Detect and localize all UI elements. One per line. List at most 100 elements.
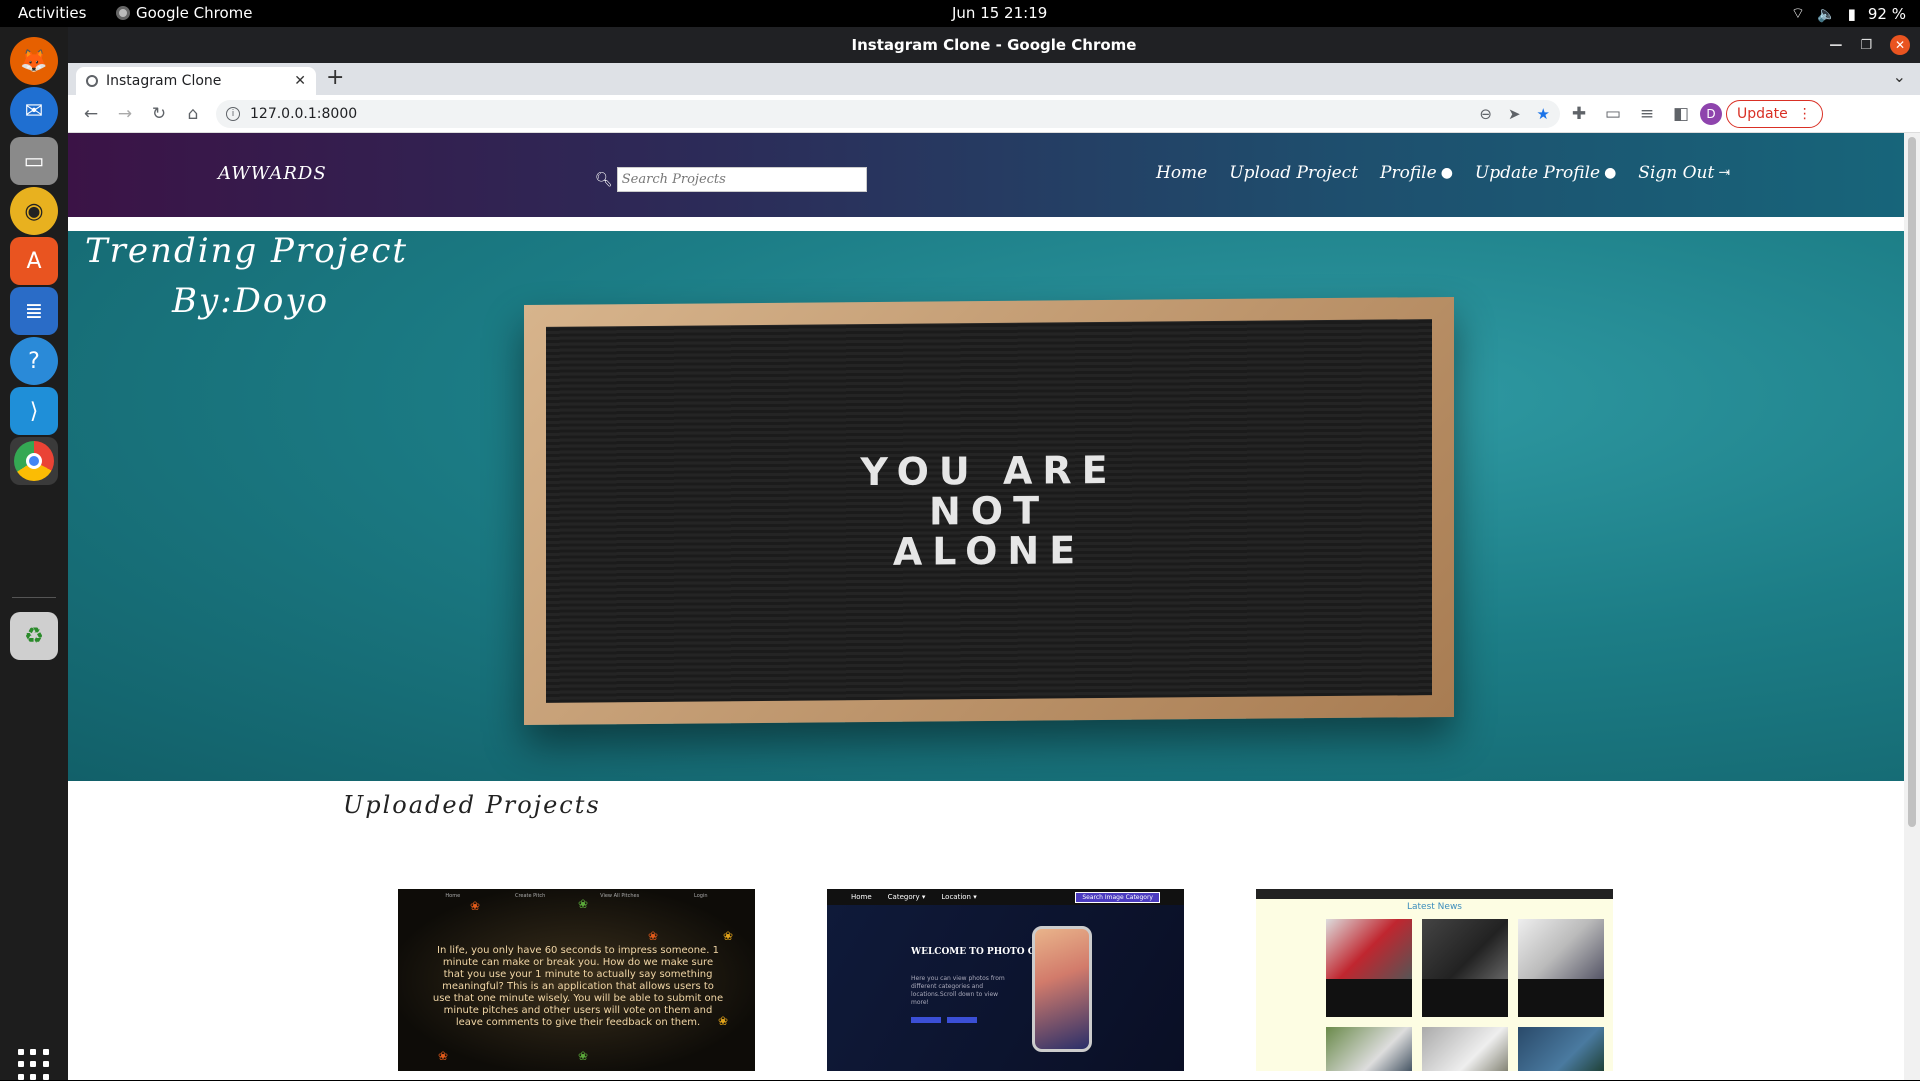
dock: 🦊 ✉ ▭ ◉ A ≣ ? ⟩ ♻	[0, 27, 68, 1080]
sign-out-icon: ⇥	[1718, 165, 1731, 181]
extensions-icon[interactable]: ✚	[1564, 99, 1594, 129]
card2-search: Search Image Category	[1075, 891, 1160, 903]
bookmark-star-icon[interactable]: ★	[1537, 105, 1550, 123]
chrome-icon[interactable]	[10, 437, 58, 485]
nav-links: Home Upload Project Profile ● Update Pro…	[1156, 163, 1730, 183]
project-card-news[interactable]: Latest News	[1256, 889, 1613, 1071]
clock[interactable]: Jun 15 21:19	[952, 4, 1047, 22]
help-icon[interactable]: ?	[10, 337, 58, 385]
nav-update-profile[interactable]: Update Profile ●	[1475, 163, 1616, 183]
nav-update-profile-label: Update Profile	[1474, 163, 1601, 183]
search-input[interactable]	[616, 167, 867, 192]
news-grid	[1326, 919, 1604, 1071]
show-apps-icon[interactable]	[18, 1049, 50, 1081]
tab-search-icon[interactable]: ⌄	[1893, 67, 1906, 86]
update-label: Update	[1737, 105, 1788, 122]
omnibox-actions: ⊖ ➤ ★	[1479, 105, 1550, 123]
search-form: 🔍︎	[595, 167, 867, 192]
system-status-area[interactable]: ⌔ 🔈 ▮ 92 %	[1791, 4, 1906, 23]
app-menu[interactable]: Google Chrome	[116, 4, 253, 22]
scrollbar-thumb[interactable]	[1908, 137, 1916, 827]
card1-description: In life, you only have 60 seconds to imp…	[432, 945, 724, 1028]
tab-instagram-clone[interactable]: Instagram Clone ✕	[76, 67, 316, 95]
nav-home[interactable]: Home	[1156, 163, 1207, 183]
writer-icon[interactable]: ≣	[10, 287, 58, 335]
news-tile	[1422, 919, 1508, 1017]
profile-avatar[interactable]: D	[1700, 102, 1722, 125]
page-viewport: AWWARDS 🔍︎ Home Upload Project Profile ●…	[68, 133, 1904, 1080]
wifi-icon: ⌔	[1790, 4, 1805, 22]
nav-sign-out-label: Sign Out	[1638, 163, 1715, 183]
nav-upload-project[interactable]: Upload Project	[1229, 163, 1358, 183]
search-icon: 🔍︎	[595, 171, 613, 188]
card2-nav-item: Home	[851, 893, 872, 901]
chrome-small-icon	[116, 6, 130, 20]
maximize-icon[interactable]: ❐	[1860, 38, 1872, 53]
minimize-icon[interactable]: —	[1829, 38, 1842, 53]
page-scrollbar[interactable]	[1904, 133, 1920, 1080]
close-window-icon[interactable]: ✕	[1890, 35, 1910, 55]
files-icon[interactable]: ▭	[10, 137, 58, 185]
card2-buttons	[911, 1017, 977, 1023]
more-icon: ⋮	[1797, 105, 1812, 122]
send-icon[interactable]: ➤	[1508, 105, 1521, 123]
app-menu-label: Google Chrome	[136, 4, 253, 22]
software-icon[interactable]: A	[10, 237, 58, 285]
address-bar[interactable]: i 127.0.0.1:8000 ⊖ ➤ ★	[216, 99, 1560, 128]
new-tab-icon[interactable]: +	[326, 65, 344, 90]
activities-button[interactable]: Activities	[18, 4, 86, 22]
trending-hero: Trending Project By:Doyo YOU ARE NOT ALO…	[68, 231, 1904, 781]
home-icon[interactable]: ⌂	[178, 99, 208, 129]
news-tile	[1518, 919, 1604, 1017]
news-tile	[1422, 1027, 1508, 1071]
site-brand[interactable]: AWWARDS	[218, 163, 327, 184]
leaf-icon: ❀	[648, 929, 659, 943]
close-tab-icon[interactable]: ✕	[294, 73, 306, 89]
system-top-bar: Activities Google Chrome Jun 15 21:19 ⌔ …	[0, 0, 1920, 27]
nav-profile[interactable]: Profile ●	[1380, 163, 1453, 183]
window-title: Instagram Clone - Google Chrome	[851, 36, 1137, 54]
leaf-icon: ❀	[723, 929, 734, 943]
hero-author: By:Doyo	[172, 281, 330, 321]
window-controls: — ❐ ✕	[1829, 35, 1910, 55]
nav-sign-out[interactable]: Sign Out ⇥	[1638, 163, 1730, 183]
site-navbar: AWWARDS 🔍︎ Home Upload Project Profile ●…	[68, 133, 1904, 217]
card1-nav-item: Create Pitch	[514, 893, 546, 899]
reload-icon[interactable]: ↻	[144, 99, 174, 129]
board-line-1: YOU ARE	[860, 447, 1118, 495]
back-icon[interactable]: ←	[76, 99, 106, 129]
zoom-icon[interactable]: ⊖	[1479, 105, 1492, 123]
chrome-logo	[14, 441, 54, 481]
phone-image	[1032, 926, 1092, 1052]
letter-board-text: YOU ARE NOT ALONE	[546, 319, 1432, 703]
reading-list-icon[interactable]: ≡	[1632, 99, 1662, 129]
project-card-pitch[interactable]: Home Create Pitch View All Pitches Login…	[398, 889, 755, 1071]
globe-icon	[86, 75, 98, 87]
user-circle-icon: ●	[1440, 165, 1453, 181]
hero-title: Trending Project	[85, 231, 409, 271]
card1-nav-item: View All Pitches	[600, 893, 640, 899]
board-line-3: ALONE	[892, 528, 1086, 574]
trash-icon[interactable]: ♻	[10, 612, 58, 660]
vscode-icon[interactable]: ⟩	[10, 387, 58, 435]
url-text[interactable]: 127.0.0.1:8000	[250, 106, 357, 122]
window-titlebar[interactable]: Instagram Clone - Google Chrome — ❐ ✕	[68, 27, 1920, 63]
site-info-icon[interactable]: i	[226, 106, 240, 121]
card-mini-nav: Home Category ▾ Location ▾ Search Image …	[827, 889, 1184, 905]
uploaded-projects-heading: Uploaded Projects	[343, 791, 601, 819]
update-button[interactable]: Update ⋮	[1726, 99, 1823, 128]
card2-nav-item: Location ▾	[941, 893, 977, 901]
tab-strip: Instagram Clone ✕ + ⌄	[68, 63, 1920, 95]
card-mini-nav: Home Create Pitch View All Pitches Login	[398, 889, 755, 903]
cast-icon[interactable]: ▭	[1598, 99, 1628, 129]
card1-nav-item: Login	[694, 893, 708, 899]
card3-title: Latest News	[1407, 902, 1462, 912]
thunderbird-icon[interactable]: ✉	[10, 87, 58, 135]
side-panel-icon[interactable]: ◧	[1666, 99, 1696, 129]
firefox-icon[interactable]: 🦊	[10, 37, 58, 85]
rhythmbox-icon[interactable]: ◉	[10, 187, 58, 235]
leaf-icon: ❀	[438, 1049, 449, 1063]
forward-icon[interactable]: →	[110, 99, 140, 129]
project-card-photo-gallery[interactable]: Home Category ▾ Location ▾ Search Image …	[827, 889, 1184, 1071]
volume-icon: 🔈	[1816, 4, 1836, 23]
